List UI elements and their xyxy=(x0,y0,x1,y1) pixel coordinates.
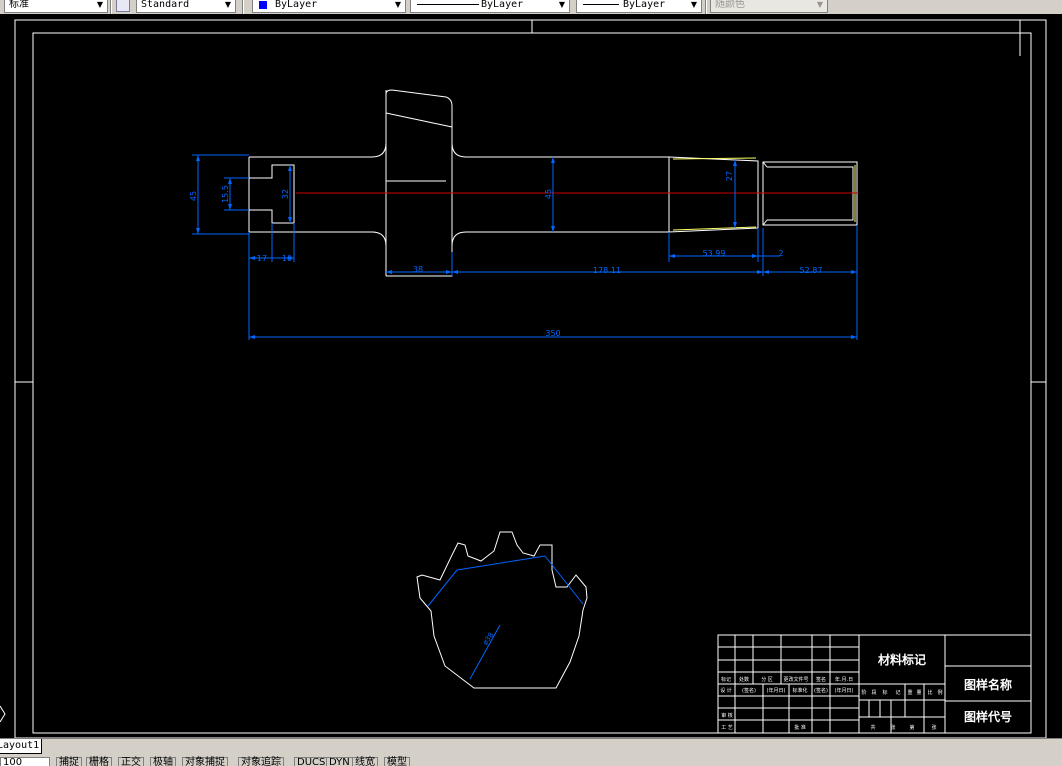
dim-text-38: 38 xyxy=(413,265,423,274)
plotstyle-dropdown[interactable]: 随颜色 ▼ xyxy=(710,0,828,13)
tb-row1-cell: 年.月.日 xyxy=(835,676,853,683)
dim-text-45-left: 45 xyxy=(189,191,198,201)
tb-row2-cell: (年月日) xyxy=(835,687,854,694)
color-swatch xyxy=(259,1,267,9)
tb-row1-cell: 分 区 xyxy=(761,676,773,683)
otrack-button[interactable]: 对象追踪 xyxy=(238,757,284,766)
linetype-dropdown[interactable]: ByLayer ▼ xyxy=(410,0,570,13)
dim-text-15-5: 15.5 xyxy=(221,185,230,203)
dim-text-17: 17 xyxy=(257,254,267,263)
color-value: ByLayer xyxy=(275,0,318,10)
chevron-down-icon: ▼ xyxy=(224,0,232,9)
lineweight-dropdown[interactable]: ByLayer ▼ xyxy=(576,0,702,13)
toolbar-separator xyxy=(705,0,707,14)
drawing-canvas[interactable]: 45 15.5 32 45 27 17 10 38 178.11 53.99 2… xyxy=(0,14,1062,738)
tb-review: 审 核 xyxy=(721,712,733,719)
tb-stage-cell: 记 xyxy=(895,689,900,696)
drawing-code: 图样代号 xyxy=(964,709,1012,724)
text-style-dropdown[interactable]: 标准 ▼ xyxy=(4,0,108,13)
tb-stage-cell: 标 xyxy=(882,689,887,696)
grid-button[interactable]: 栅格 xyxy=(86,757,112,766)
tb-stage-cell: 重 xyxy=(907,689,912,696)
dim-text-178-11: 178.11 xyxy=(593,266,621,275)
dyn-button[interactable]: DYN xyxy=(326,757,353,766)
tb-stage-cell: 例 xyxy=(937,689,942,696)
status-bar: 100 捕捉 栅格 正交 极轴 对象捕捉 对象追踪 DUCS DYN 线宽 模型 xyxy=(0,754,1062,766)
dimension-style-dropdown[interactable]: Standard ▼ xyxy=(136,0,236,13)
chevron-down-icon: ▼ xyxy=(816,0,824,9)
model-button[interactable]: 模型 xyxy=(384,757,410,766)
toolbar-separator xyxy=(110,0,112,14)
tb-row1-cell: 签名 xyxy=(816,676,826,683)
dim-text-53-99: 53.99 xyxy=(703,249,726,258)
tb-row1-cell: 更改文件号 xyxy=(783,676,808,683)
tb-approve: 批 准 xyxy=(794,724,806,731)
material-mark: 材料标记 xyxy=(877,652,926,667)
drawing-name: 图样名称 xyxy=(964,677,1012,692)
dim-text-52-87: 52.87 xyxy=(800,266,823,275)
tb-row2-cell: 设 计 xyxy=(720,687,732,694)
tb-sheet-cell: 张 xyxy=(890,724,895,731)
line-sample-icon xyxy=(583,4,619,5)
tab-label: Layout1 xyxy=(0,740,40,751)
lineweight-value: ByLayer xyxy=(623,0,666,10)
line-sample-icon xyxy=(417,4,479,5)
coordinate-readout: 100 xyxy=(0,757,50,766)
plotstyle-value: 随颜色 xyxy=(715,0,745,10)
tb-sheet-cell: 第 xyxy=(909,724,914,731)
dim-text-45-mid: 45 xyxy=(544,189,553,199)
dim-text-2: 2 xyxy=(778,249,783,258)
osnap-button[interactable]: 对象捕捉 xyxy=(182,757,228,766)
linetype-value: ByLayer xyxy=(481,0,524,10)
tb-stage-cell: 段 xyxy=(871,689,876,696)
dim-text-27: 27 xyxy=(725,171,734,181)
dim-text-10: 10 xyxy=(282,254,292,263)
lineweight-button[interactable]: 线宽 xyxy=(352,757,378,766)
dimension-style-value: Standard xyxy=(141,0,190,10)
chevron-down-icon: ▼ xyxy=(96,0,104,9)
tb-sheet-cell: 共 xyxy=(870,724,875,731)
dim-text-350: 350 xyxy=(545,329,560,338)
tb-stage-cell: 比 xyxy=(927,689,932,696)
ortho-button[interactable]: 正交 xyxy=(118,757,144,766)
snap-button[interactable]: 捕捉 xyxy=(56,757,82,766)
tab-layout1[interactable]: Layout1 xyxy=(0,739,43,754)
canvas-background xyxy=(0,14,1062,738)
polar-button[interactable]: 极轴 xyxy=(150,757,176,766)
tb-row2-cell: (年月日) xyxy=(767,687,786,694)
tb-sheet-cell: 张 xyxy=(931,724,936,731)
toolbar-separator xyxy=(242,0,244,14)
tb-stage-cell: 阶 xyxy=(861,689,866,696)
tb-row2-cell: (签名) xyxy=(814,687,828,694)
ducs-button[interactable]: DUCS xyxy=(294,757,329,766)
tb-row1-cell: 处数 xyxy=(739,676,749,683)
tb-process: 工 艺 xyxy=(721,725,733,731)
tb-row1-cell: 标记 xyxy=(721,676,731,683)
text-style-value: 标准 xyxy=(9,0,29,10)
tb-row2-cell: (签名) xyxy=(742,687,756,694)
chevron-down-icon: ▼ xyxy=(558,0,566,9)
dim-text-32: 32 xyxy=(281,189,290,199)
tb-row2-cell: 标准化 xyxy=(792,687,807,694)
properties-toolbar: 标准 ▼ Standard ▼ ByLayer ▼ ByLayer ▼ ByLa… xyxy=(0,0,1062,14)
tb-stage-cell: 量 xyxy=(916,689,921,696)
chevron-down-icon: ▼ xyxy=(394,0,402,9)
color-dropdown[interactable]: ByLayer ▼ xyxy=(252,0,406,13)
dimension-style-icon[interactable] xyxy=(116,0,130,12)
layout-tab-strip: Layout1 xyxy=(0,738,1062,754)
chevron-down-icon: ▼ xyxy=(690,0,698,9)
